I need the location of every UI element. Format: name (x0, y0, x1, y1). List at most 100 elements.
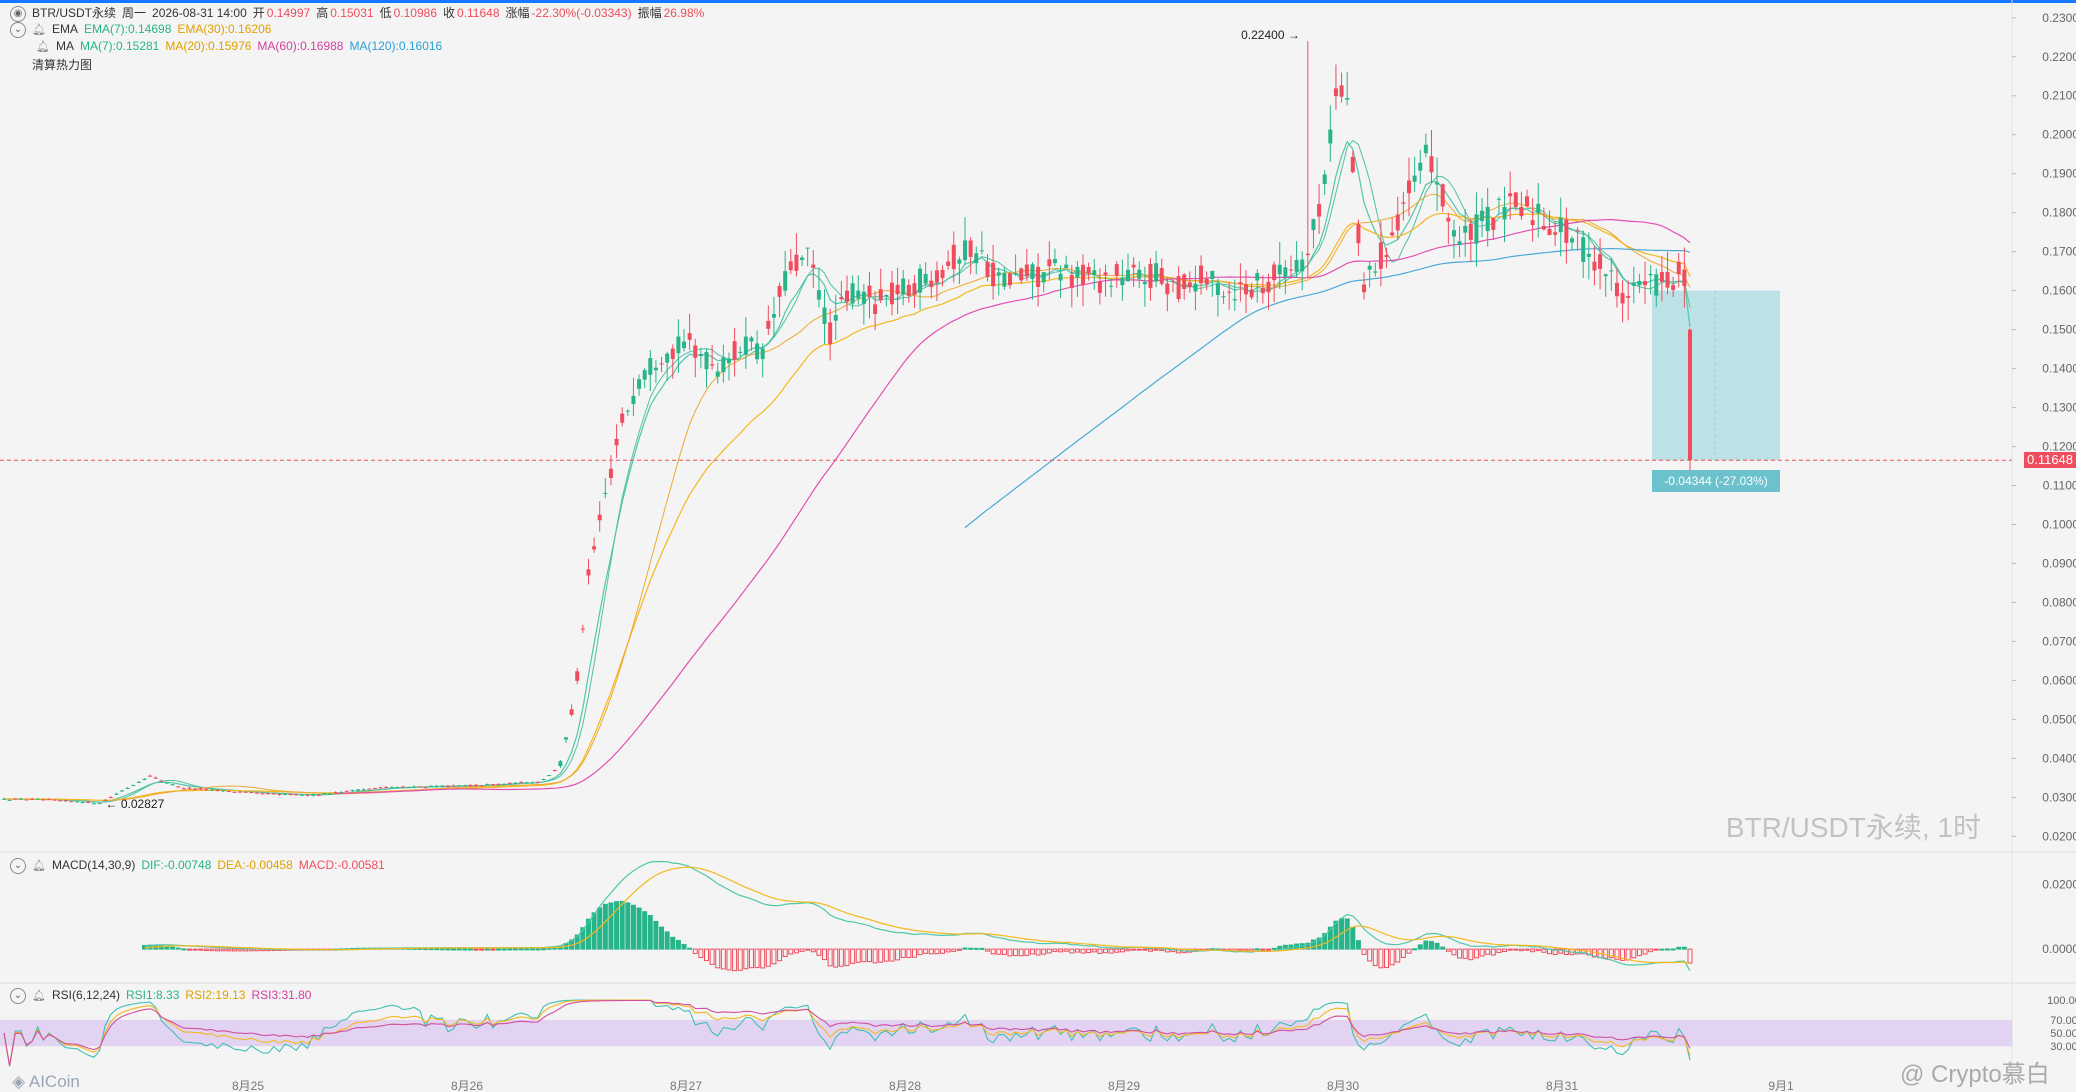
bell-icon[interactable]: 🔔︎ (32, 860, 46, 872)
macd-histogram-bar (220, 948, 226, 952)
x-tick-label: 8月28 (889, 1079, 921, 1092)
candle-body (642, 370, 647, 380)
rsi-toggle-icon[interactable]: ⌄ (10, 988, 26, 1004)
candle-body (1154, 263, 1159, 282)
macd-histogram-bar (175, 947, 181, 950)
candle-body (1092, 270, 1097, 276)
macd-histogram-bar (743, 948, 749, 970)
low-value: 0.10986 (393, 6, 437, 20)
macd-histogram-bar (237, 948, 243, 952)
macd-histogram-bar (810, 948, 816, 953)
y-tick-label: 0.16000 (2042, 284, 2076, 298)
candle-body (1631, 283, 1636, 286)
macd-histogram-bar (1086, 948, 1092, 954)
candle-body (934, 270, 939, 283)
candle-body (490, 784, 495, 786)
macd-histogram-bar (1642, 948, 1648, 955)
candle-body (1356, 224, 1361, 244)
candle-body (41, 799, 46, 801)
candle-body (1378, 242, 1383, 269)
macd-histogram-bar (704, 948, 709, 962)
candle-body (1558, 217, 1563, 233)
macd-histogram-bar (945, 948, 951, 953)
candle-body (7, 799, 12, 801)
candle-body (940, 269, 945, 279)
macd-histogram-bar (1052, 948, 1058, 952)
candle-body (1682, 269, 1687, 287)
macd-histogram-bar (490, 948, 496, 951)
macd-histogram-bar (833, 948, 839, 968)
candle-body (1305, 253, 1310, 256)
candle-body (1052, 258, 1057, 264)
macd-histogram-bar (434, 948, 440, 951)
macd-histogram-bar (996, 948, 1002, 955)
candle-body (429, 785, 434, 787)
candle-body (1142, 281, 1147, 285)
macd-histogram-bar (1681, 946, 1687, 950)
candle-body (181, 788, 186, 790)
bell-icon[interactable]: 🔔︎ (36, 41, 50, 53)
current-price-label: 0.11648 (2024, 452, 2076, 469)
macd-histogram-bar (1153, 948, 1159, 951)
y-tick-label: 0.14000 (2042, 362, 2076, 376)
heatmap-label[interactable]: 清算热力图 (32, 58, 92, 72)
candle-body (659, 363, 664, 365)
candle-body (1575, 230, 1580, 232)
candle-body (75, 801, 80, 803)
candle-body (519, 782, 524, 784)
macd-histogram-bar (1108, 948, 1114, 954)
macd-panel (142, 860, 1693, 972)
candle-body (378, 787, 383, 789)
candle-body (1126, 269, 1130, 282)
visibility-toggle-icon[interactable]: ◉ (10, 5, 26, 22)
candle-body (1676, 261, 1681, 275)
macd-histogram-bar (619, 900, 625, 950)
candle-body (957, 259, 962, 264)
candle-body (1182, 274, 1187, 289)
y-tick-label: 0.15000 (2042, 323, 2076, 337)
candle-body (1536, 203, 1541, 214)
rsi-panel (0, 999, 2012, 1067)
candle-body (58, 800, 63, 802)
chart-watermark: BTR/USDT永续, 1时 (1725, 812, 1981, 843)
candle-body (395, 786, 400, 788)
candle-body (558, 761, 563, 766)
macd-toggle-icon[interactable]: ⌄ (10, 858, 26, 874)
candle-body (1333, 88, 1338, 97)
candle-body (226, 790, 231, 792)
candle-body (625, 410, 630, 412)
candle-body (1036, 266, 1041, 287)
candle-body (176, 786, 181, 788)
candle-body (895, 284, 900, 295)
candle-body (1592, 261, 1597, 271)
candle-body (586, 569, 591, 576)
candle-body (670, 348, 675, 360)
candle-body (766, 320, 771, 329)
candle-body (1081, 264, 1086, 285)
macd-histogram-bar (788, 948, 794, 955)
macd-histogram-bar (1063, 948, 1069, 952)
bell-icon[interactable]: 🔔︎ (32, 24, 46, 36)
macd-histogram-bar (1507, 948, 1513, 951)
macd-histogram-bar (507, 948, 513, 951)
macd-histogram-bar (1001, 948, 1007, 956)
candle-body (344, 790, 349, 792)
candle-body (1547, 228, 1552, 236)
macd-histogram-bar (439, 948, 445, 951)
bell-icon[interactable]: 🔔︎ (32, 990, 46, 1002)
datetime: 2026-08-31 14:00 (152, 6, 247, 20)
macd-histogram-bar (1142, 948, 1148, 951)
ma120-line (964, 247, 1691, 529)
macd-histogram-bar (1018, 948, 1024, 957)
change-value: -22.30%(-0.03343) (531, 6, 632, 20)
chart-canvas[interactable]: 0.23000 0.22000 0.21000 0.20000 0.19000 0.180… (0, 0, 2076, 1092)
candle-body (164, 782, 169, 784)
ema-toggle-icon[interactable]: ⌄ (10, 22, 26, 38)
candle-body (1120, 277, 1125, 286)
macd-histogram-bar (1046, 948, 1052, 954)
macd-histogram-bar (1631, 948, 1637, 959)
time-axis: 8月25 8月26 8月27 8月28 8月29 8月30 8月31 9月1 (232, 1079, 1794, 1092)
candle-body (496, 783, 501, 785)
candle-body (732, 341, 737, 360)
y-tick-label: 0.17000 (2042, 245, 2076, 259)
